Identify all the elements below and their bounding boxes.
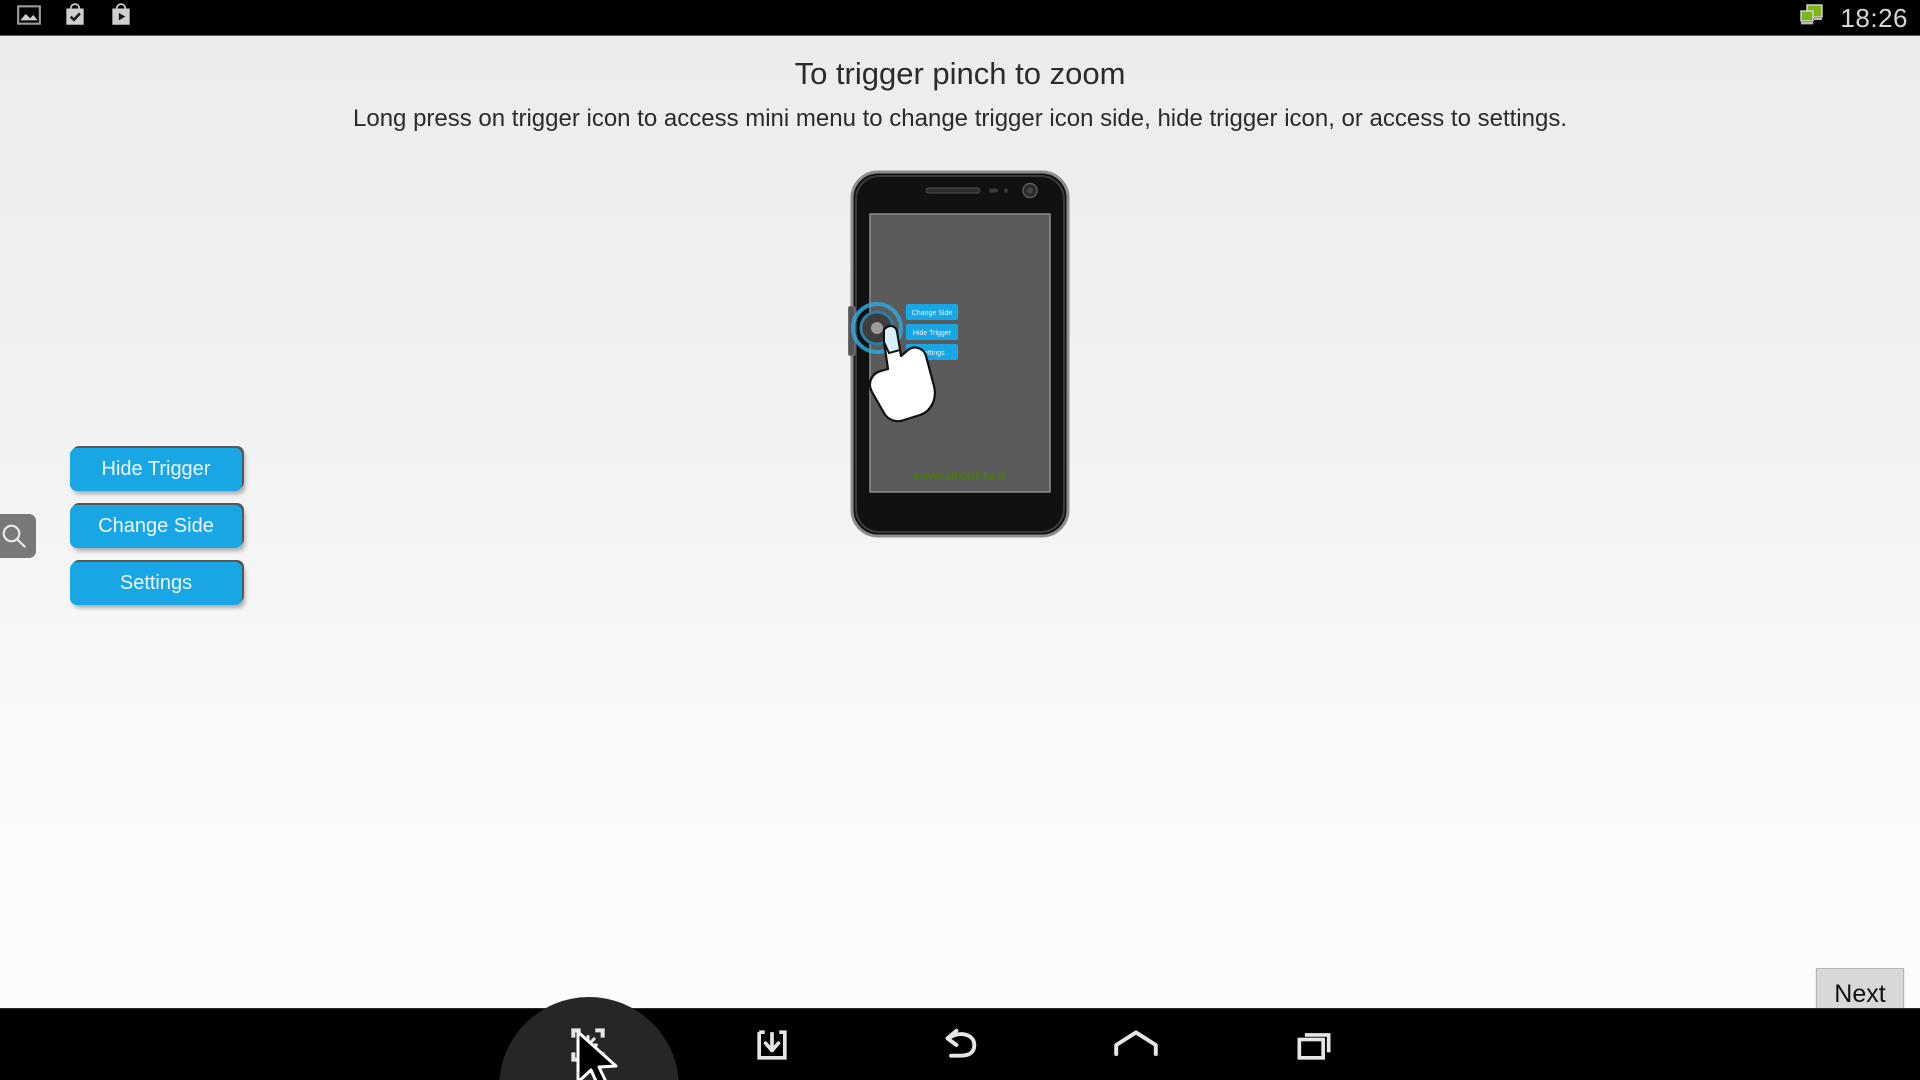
status-bar-notification-icons xyxy=(0,2,134,33)
hide-trigger-label: Hide Trigger xyxy=(101,458,211,480)
play-store-download-complete-icon xyxy=(62,2,88,33)
screen-cast-icon xyxy=(1798,3,1828,34)
back-icon[interactable] xyxy=(900,1009,1020,1080)
settings-label: Settings xyxy=(119,572,193,594)
gallery-image-icon xyxy=(16,2,42,33)
status-bar-system-icons: 18:26 xyxy=(1798,0,1908,36)
overlay-mini-menu: Hide Trigger Change Side Settings xyxy=(70,448,242,605)
navigation-bar xyxy=(0,997,1920,1080)
settings-button[interactable]: Settings xyxy=(70,562,242,605)
recents-icon[interactable] xyxy=(1254,1009,1374,1080)
download-icon[interactable] xyxy=(712,1009,832,1080)
status-bar-clock: 18:26 xyxy=(1840,2,1908,33)
svg-text:Hide Trigger: Hide Trigger xyxy=(913,330,952,337)
magnifier-icon[interactable] xyxy=(0,514,36,558)
play-store-app-icon xyxy=(108,2,134,33)
home-icon[interactable] xyxy=(1076,1009,1196,1080)
change-side-label: Change Side xyxy=(98,515,214,537)
tutorial-page: To trigger pinch to zoom Long press on t… xyxy=(0,36,1920,1044)
hide-trigger-button[interactable]: Hide Trigger xyxy=(70,448,242,491)
phone-watermark: www.droid-tv.fr xyxy=(912,468,1007,483)
screen-root: 18:26 To trigger pinch to zoom Long pres… xyxy=(0,0,1920,1080)
change-side-button[interactable]: Change Side xyxy=(70,505,242,548)
page-title: To trigger pinch to zoom xyxy=(794,56,1126,91)
page-subtitle: Long press on trigger icon to access min… xyxy=(353,105,1567,132)
screenshot-capture-icon[interactable] xyxy=(528,1009,648,1080)
phone-illustration: Change Side Hide Trigger Settings www.dr… xyxy=(847,168,1072,540)
next-label: Next xyxy=(1834,979,1886,1008)
status-bar: 18:26 xyxy=(0,0,1920,36)
svg-text:Change Side: Change Side xyxy=(912,310,953,317)
